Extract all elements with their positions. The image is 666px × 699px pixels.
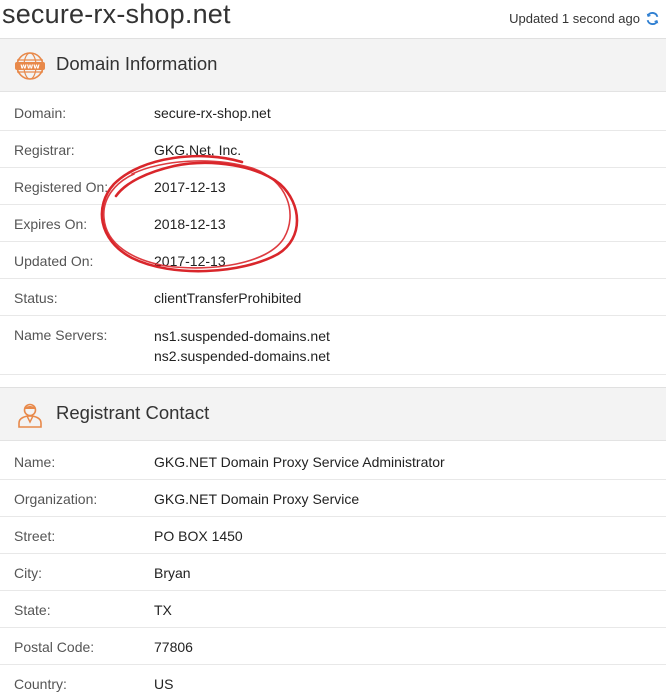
refresh-icon[interactable] xyxy=(645,11,660,26)
domain-info-header: www Domain Information xyxy=(0,38,666,92)
person-icon xyxy=(14,399,46,431)
table-row-registered-on: Registered On: 2017-12-13 xyxy=(0,168,666,205)
whois-page: secure-rx-shop.net Updated 1 second ago xyxy=(0,0,666,699)
row-label: Status: xyxy=(14,290,58,306)
table-row-expires-on: Expires On: 2018-12-13 xyxy=(0,205,666,242)
row-label: Organization: xyxy=(14,491,98,507)
table-row-domain: Domain: secure-rx-shop.net xyxy=(0,94,666,131)
table-row-updated-on: Updated On: 2017-12-13 xyxy=(0,242,666,279)
table-row-status: Status: clientTransferProhibited xyxy=(0,279,666,316)
updated-text: Updated 1 second ago xyxy=(509,11,640,26)
www-globe-icon: www xyxy=(14,50,46,82)
section-title-registrant: Registrant Contact xyxy=(56,402,210,423)
row-label: Domain: xyxy=(14,105,67,121)
row-label: City: xyxy=(14,565,42,581)
row-value: 2017-12-13 xyxy=(154,179,226,195)
row-value: ns1.suspended-domains.net ns2.suspended-… xyxy=(154,326,330,366)
svg-text:www: www xyxy=(20,63,40,71)
table-row-name-servers: Name Servers: ns1.suspended-domains.net … xyxy=(0,316,666,375)
table-row-country: Country: US xyxy=(0,665,666,699)
row-label: Expires On: xyxy=(14,216,88,232)
row-label: Name Servers: xyxy=(14,327,108,343)
row-label: State: xyxy=(14,602,51,618)
page-title: secure-rx-shop.net xyxy=(2,0,231,29)
table-row-postal-code: Postal Code: 77806 xyxy=(0,628,666,665)
row-label: Registrar: xyxy=(14,142,75,158)
row-value: US xyxy=(154,676,174,692)
row-value: GKG.NET Domain Proxy Service Administrat… xyxy=(154,454,445,470)
row-value: GKG.Net, Inc. xyxy=(154,142,242,158)
table-row-name: Name: GKG.NET Domain Proxy Service Admin… xyxy=(0,443,666,480)
row-value: Bryan xyxy=(154,565,191,581)
row-label: Postal Code: xyxy=(14,639,95,655)
row-value: clientTransferProhibited xyxy=(154,290,302,306)
row-label: Updated On: xyxy=(14,253,94,269)
table-row-street: Street: PO BOX 1450 xyxy=(0,517,666,554)
row-label: Registered On: xyxy=(14,179,109,195)
row-label: Country: xyxy=(14,676,67,692)
updated-status: Updated 1 second ago xyxy=(509,11,660,26)
row-value: TX xyxy=(154,602,172,618)
table-row-state: State: TX xyxy=(0,591,666,628)
row-value: 77806 xyxy=(154,639,193,655)
section-title-domain-info: Domain Information xyxy=(56,53,218,74)
row-value: 2018-12-13 xyxy=(154,216,226,232)
row-value: PO BOX 1450 xyxy=(154,528,243,544)
row-value: 2017-12-13 xyxy=(154,253,226,269)
row-value: secure-rx-shop.net xyxy=(154,105,271,121)
page-header: secure-rx-shop.net Updated 1 second ago xyxy=(0,0,666,38)
row-value: GKG.NET Domain Proxy Service xyxy=(154,491,360,507)
table-row-city: City: Bryan xyxy=(0,554,666,591)
row-label: Name: xyxy=(14,454,56,470)
name-server-1: ns1.suspended-domains.net xyxy=(154,328,330,344)
domain-info-table: Domain: secure-rx-shop.net Registrar: GK… xyxy=(0,94,666,375)
row-label: Street: xyxy=(14,528,56,544)
name-server-2: ns2.suspended-domains.net xyxy=(154,348,330,364)
table-row-organization: Organization: GKG.NET Domain Proxy Servi… xyxy=(0,480,666,517)
registrant-table: Name: GKG.NET Domain Proxy Service Admin… xyxy=(0,443,666,699)
table-row-registrar: Registrar: GKG.Net, Inc. xyxy=(0,131,666,168)
registrant-header: Registrant Contact xyxy=(0,387,666,441)
